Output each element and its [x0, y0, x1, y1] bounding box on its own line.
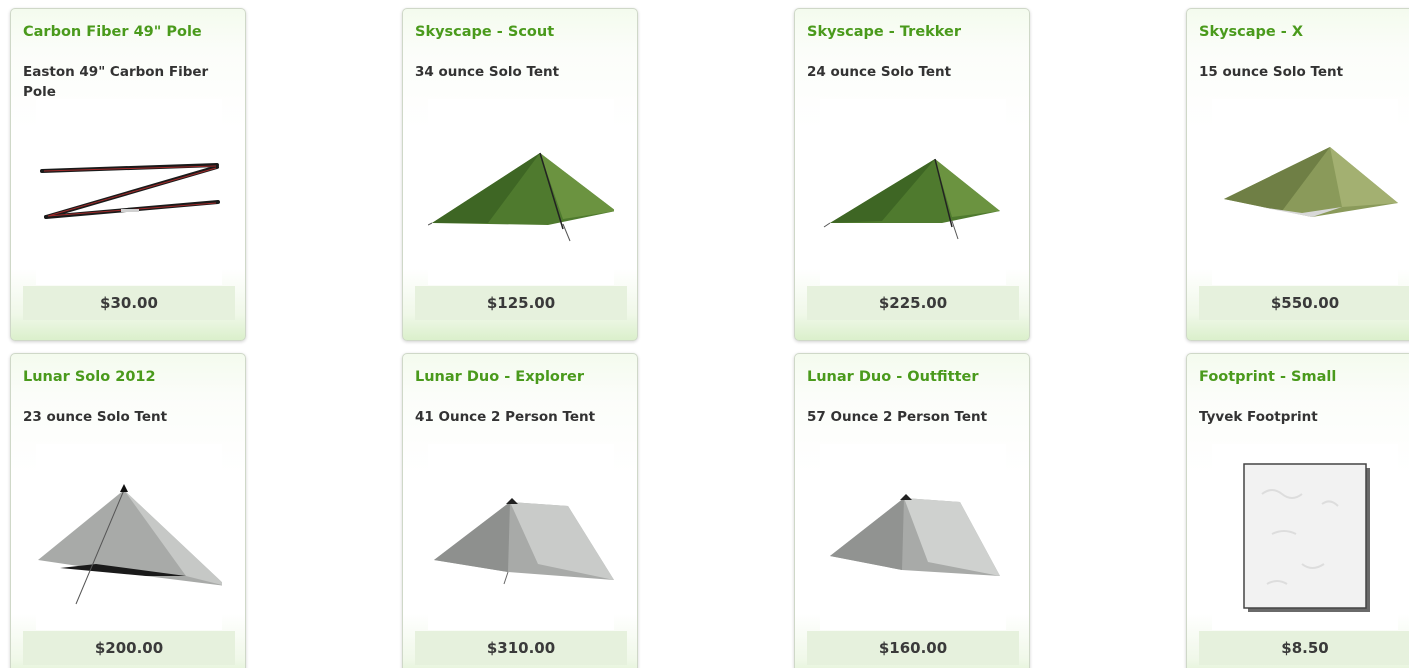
product-subtitle: 34 ounce Solo Tent [415, 64, 560, 80]
product-subtitle: 15 ounce Solo Tent [1199, 64, 1344, 80]
product-card[interactable]: Lunar Duo - Outfitter 57 Ounce 2 Person … [794, 353, 1030, 668]
product-title-link[interactable]: Skyscape - Trekker [807, 24, 1023, 40]
product-price: $160.00 [807, 631, 1019, 665]
product-title-link[interactable]: Footprint - Small [1199, 369, 1409, 385]
product-price: $8.50 [1199, 631, 1409, 665]
product-price: $200.00 [23, 631, 235, 665]
product-price: $30.00 [23, 286, 235, 320]
product-card[interactable]: Carbon Fiber 49" Pole Easton 49" Carbon … [10, 8, 246, 341]
product-subtitle: Easton 49" Carbon Fiber Pole [23, 64, 209, 100]
grey-solo-tent-image[interactable] [36, 444, 222, 630]
product-title-link[interactable]: Lunar Duo - Explorer [415, 369, 631, 385]
product-subtitle: 23 ounce Solo Tent [23, 409, 168, 425]
product-card[interactable]: Skyscape - Trekker 24 ounce Solo Tent $2… [794, 8, 1030, 341]
product-subtitle: 24 ounce Solo Tent [807, 64, 952, 80]
product-card[interactable]: Footprint - Small Tyvek Footprint $8.50 [1186, 353, 1409, 668]
pole-image[interactable] [36, 99, 222, 285]
product-title-link[interactable]: Lunar Solo 2012 [23, 369, 239, 385]
product-price: $550.00 [1199, 286, 1409, 320]
product-subtitle: Tyvek Footprint [1199, 409, 1318, 425]
green-tent-image[interactable] [428, 99, 614, 285]
footprint-image[interactable] [1212, 444, 1398, 630]
product-subtitle: 41 Ounce 2 Person Tent [415, 409, 596, 425]
product-card[interactable]: Skyscape - Scout 34 ounce Solo Tent $125… [402, 8, 638, 341]
product-grid: Carbon Fiber 49" Pole Easton 49" Carbon … [0, 0, 1409, 668]
product-card[interactable]: Skyscape - X 15 ounce Solo Tent $550.00 [1186, 8, 1409, 341]
product-title-link[interactable]: Skyscape - Scout [415, 24, 631, 40]
product-title-link[interactable]: Skyscape - X [1199, 24, 1409, 40]
green-tent-image[interactable] [820, 99, 1006, 285]
product-price: $125.00 [415, 286, 627, 320]
product-title-link[interactable]: Lunar Duo - Outfitter [807, 369, 1023, 385]
olive-tent-image[interactable] [1212, 99, 1398, 285]
product-price: $225.00 [807, 286, 1019, 320]
product-price: $310.00 [415, 631, 627, 665]
product-card[interactable]: Lunar Duo - Explorer 41 Ounce 2 Person T… [402, 353, 638, 668]
product-subtitle: 57 Ounce 2 Person Tent [807, 409, 988, 425]
grey-duo-tent-image[interactable] [820, 444, 1006, 630]
product-card[interactable]: Lunar Solo 2012 23 ounce Solo Tent $200.… [10, 353, 246, 668]
product-title-link[interactable]: Carbon Fiber 49" Pole [23, 24, 239, 40]
grey-duo-tent-image[interactable] [428, 444, 614, 630]
